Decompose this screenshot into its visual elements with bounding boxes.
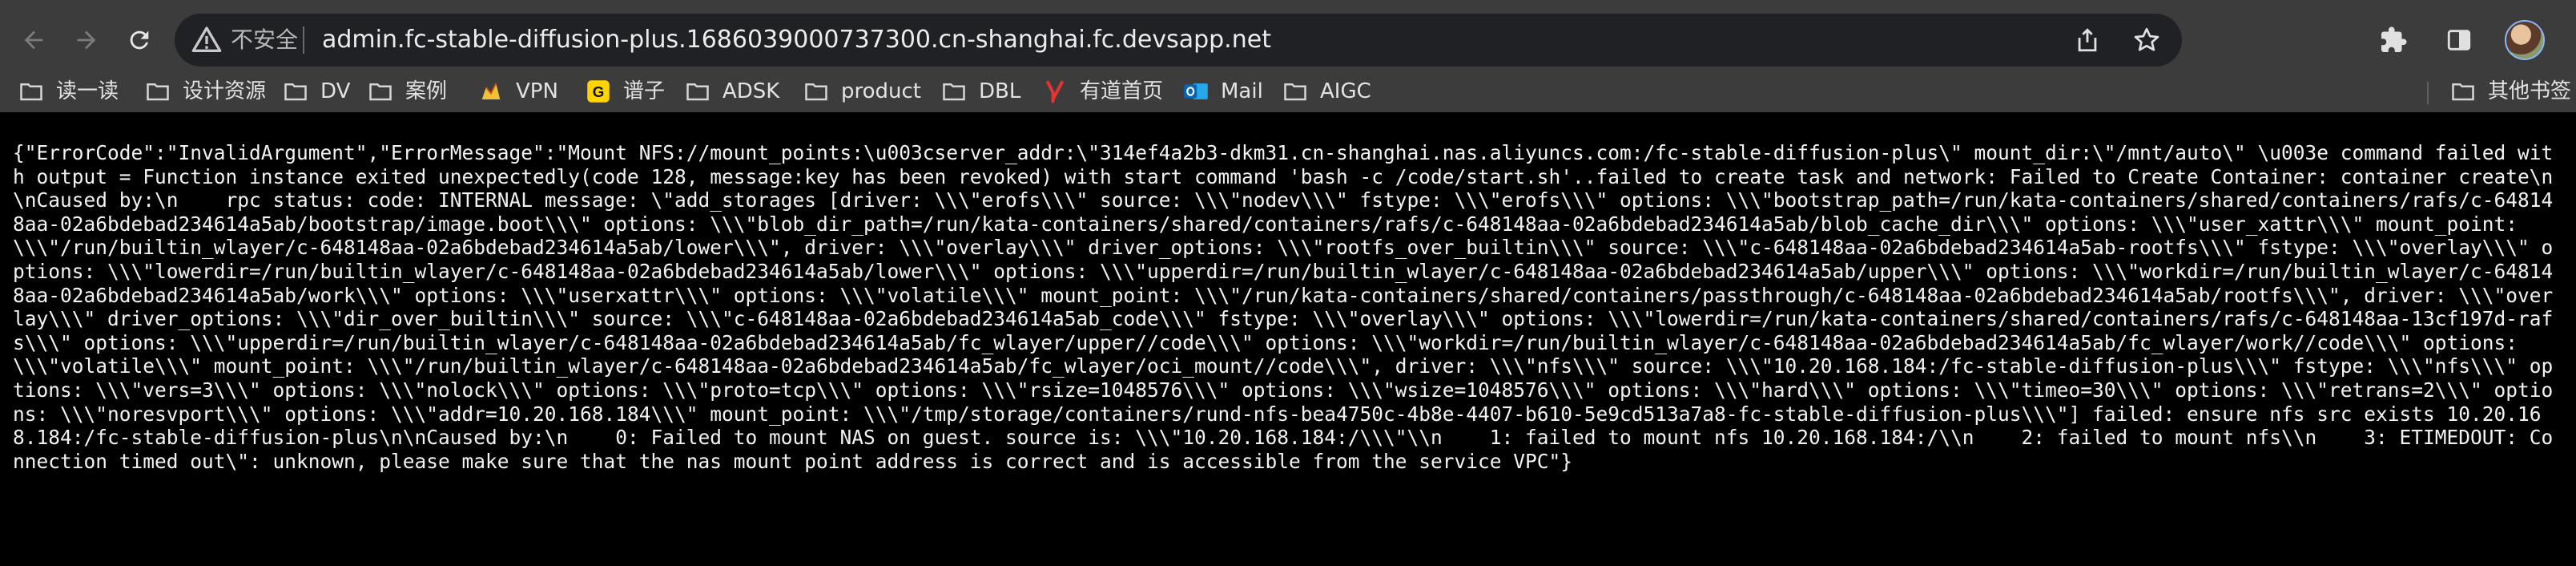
browser-actions <box>2371 16 2576 64</box>
bookmark-label: 案例 <box>405 79 448 103</box>
back-button[interactable] <box>11 18 56 63</box>
omnibox-divider <box>303 26 304 54</box>
folder-icon <box>684 79 711 103</box>
bookmark-label: 有道首页 <box>1080 79 1164 103</box>
bookmark-vpn[interactable]: VPN <box>477 74 558 109</box>
bookmark-label: DV <box>320 79 351 103</box>
forward-button[interactable] <box>64 18 109 63</box>
folder-icon <box>803 79 830 103</box>
youdao-favicon-icon <box>1041 79 1069 103</box>
browser-toolbar: 不安全 admin.fc-stable-diffusion-plus.16860… <box>0 0 2576 80</box>
folder-icon <box>282 79 309 103</box>
bookmark-label: product <box>841 79 922 103</box>
star-icon <box>2134 27 2159 51</box>
bookmark-folder-product[interactable]: product <box>803 74 921 109</box>
folder-icon <box>940 79 968 103</box>
bookmark-scores[interactable]: G 谱子 <box>585 74 665 109</box>
page-content: {"ErrorCode":"InvalidArgument","ErrorMes… <box>0 112 2576 566</box>
side-panel-icon <box>2447 30 2471 51</box>
bookmark-folder-dbl[interactable]: DBL <box>940 74 1020 109</box>
share-icon <box>2078 28 2097 52</box>
bookmark-mail[interactable]: Mail <box>1182 74 1263 109</box>
extensions-button[interactable] <box>2371 16 2416 64</box>
reload-button[interactable] <box>117 18 162 63</box>
folder-icon <box>2449 79 2477 103</box>
bookmarks-divider <box>2427 82 2429 104</box>
back-arrow-icon <box>24 30 43 50</box>
bookmark-label: VPN <box>516 79 558 103</box>
bookmark-label: 读一读 <box>56 79 119 103</box>
folder-icon <box>1282 79 1309 103</box>
puzzle-icon <box>2381 26 2407 52</box>
bookmark-label: 谱子 <box>623 79 666 103</box>
url-text[interactable]: admin.fc-stable-diffusion-plus.168603900… <box>322 24 1271 56</box>
bookmark-folder-aigc[interactable]: AIGC <box>1282 74 1371 109</box>
vpn-favicon-icon <box>477 79 505 103</box>
bookmark-label: ADSK <box>722 79 780 103</box>
bookmark-folder-cases[interactable]: 案例 <box>367 74 447 109</box>
bookmark-folder-other[interactable]: 其他书签 <box>2449 74 2571 109</box>
outlook-favicon-icon <box>1182 79 1210 103</box>
profile-button[interactable] <box>2502 16 2547 64</box>
omnibox-actions <box>2070 22 2164 58</box>
bookmark-folder-design[interactable]: 设计资源 <box>144 74 266 109</box>
bookmark-folder-adsk[interactable]: ADSK <box>684 74 779 109</box>
browser-chrome: 不安全 admin.fc-stable-diffusion-plus.16860… <box>0 0 2576 113</box>
bookmarks-bar: 读一读 设计资源 DV 案例 VPN G 谱子 ADSK product DBL… <box>0 71 2576 113</box>
side-panel-button[interactable] <box>2437 16 2481 64</box>
folder-icon <box>144 79 171 103</box>
address-bar[interactable]: 不安全 admin.fc-stable-diffusion-plus.16860… <box>175 14 2182 67</box>
bookmark-label: 设计资源 <box>183 79 267 103</box>
warning-triangle-icon[interactable] <box>191 24 223 56</box>
error-response-text: {"ErrorCode":"InvalidArgument","ErrorMes… <box>13 141 2554 473</box>
g-favicon-icon: G <box>585 79 612 103</box>
share-button[interactable] <box>2070 22 2105 58</box>
forward-arrow-icon <box>77 30 96 50</box>
bookmark-folder-dudu[interactable]: 读一读 <box>18 74 119 109</box>
bookmark-star-button[interactable] <box>2129 22 2164 58</box>
folder-icon <box>18 79 45 103</box>
folder-icon <box>367 79 394 103</box>
other-bookmarks-label: 其他书签 <box>2488 79 2572 103</box>
bookmark-folder-dv[interactable]: DV <box>282 74 350 109</box>
avatar <box>2505 20 2545 60</box>
bookmark-label: AIGC <box>1320 79 1371 103</box>
menu-button[interactable] <box>2568 16 2576 64</box>
bookmark-label: DBL <box>979 79 1021 103</box>
reload-icon <box>130 30 149 50</box>
not-secure-label[interactable]: 不安全 <box>231 25 298 55</box>
svg-text:G: G <box>593 83 605 100</box>
bookmark-label: Mail <box>1221 79 1263 103</box>
bookmark-youdao[interactable]: 有道首页 <box>1041 74 1163 109</box>
